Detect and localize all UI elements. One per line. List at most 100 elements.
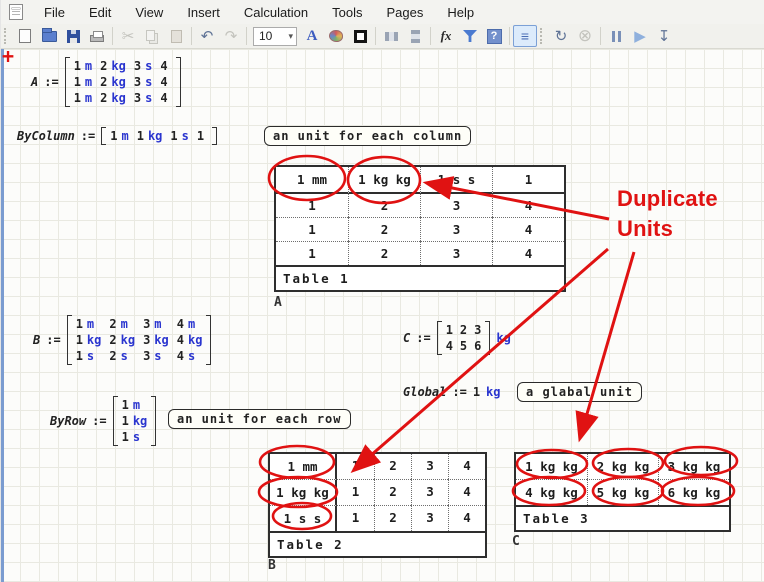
menu-file[interactable]: File <box>32 2 77 23</box>
undo-icon[interactable]: ↶ <box>195 25 219 47</box>
border-icon[interactable] <box>348 25 372 47</box>
matrix-cell: 1m <box>110 129 128 143</box>
define-operator: := <box>46 333 60 347</box>
definition-ByColumn[interactable]: ByColumn := 1m 1kg 1s 1 <box>17 127 217 145</box>
table-cell: 1 <box>276 217 348 241</box>
matrix-cell: 4 <box>160 59 171 73</box>
cut-icon[interactable]: ✂ <box>116 25 140 47</box>
table-header-cell: 1 s s <box>420 167 492 194</box>
toolbar-grip[interactable] <box>4 28 9 44</box>
table-header-cell: 1 mm <box>276 167 348 194</box>
definition-ByRow[interactable]: ByRow := 1m 1kg 1s <box>50 396 156 446</box>
definition-Global[interactable]: Global := 1 kg <box>403 385 501 399</box>
matrix-cell: 2kg <box>100 75 126 89</box>
redo-icon[interactable]: ↷ <box>219 25 243 47</box>
matrix-cell: 3s <box>134 59 152 73</box>
help-reference-icon[interactable]: ? <box>482 25 506 47</box>
table-3-label: C <box>512 534 520 549</box>
matrix-cell: 4 <box>160 91 171 105</box>
matrix-cell: 4s <box>177 349 203 363</box>
font-color-icon[interactable]: A <box>300 25 324 47</box>
matrix-cell: 3s <box>134 91 152 105</box>
new-icon[interactable] <box>13 25 37 47</box>
matrix-cell: 4m <box>177 317 203 331</box>
toolbar-separator <box>430 27 431 45</box>
table-cell: 4 <box>448 505 485 531</box>
table-cell: 1 <box>337 454 374 479</box>
chevron-down-icon: ▾ <box>288 31 296 42</box>
matrix-cell: 3s <box>134 75 152 89</box>
toolbar-separator <box>191 27 192 45</box>
variable-name: ByColumn <box>17 129 75 143</box>
definition-C[interactable]: C := 1 2 3 4 5 6 kg <box>403 321 511 355</box>
toolbar-separator <box>509 27 510 45</box>
comment-by-row[interactable]: an unit for each row <box>168 409 351 429</box>
paste-icon[interactable] <box>164 25 188 47</box>
menu-insert[interactable]: Insert <box>175 2 232 23</box>
align-vertical-icon[interactable] <box>403 25 427 47</box>
menu-bar: File Edit View Insert Calculation Tools … <box>1 0 764 24</box>
matrix-cell: 1kg <box>76 333 102 347</box>
table-row-header: 1 s s <box>270 505 337 531</box>
recalculate-icon[interactable]: ↻ <box>549 25 573 47</box>
matrix-bracket-right <box>176 57 181 107</box>
table-2[interactable]: 1 mm 1 2 3 4 1 kg kg 1 2 3 4 1 s s 1 2 3… <box>268 452 487 558</box>
table-1[interactable]: 1 mm 1 kg kg 1 s s 1 1 2 3 4 1 2 3 4 1 2… <box>274 165 566 292</box>
play-icon[interactable]: ▶ <box>628 25 652 47</box>
menu-calculation[interactable]: Calculation <box>232 2 320 23</box>
table-row-header: 1 mm <box>270 454 337 479</box>
worksheet-canvas[interactable]: + A := 1m 2kg 3s 4 1m 2kg 3s 4 1m 2kg 3s <box>1 49 764 582</box>
matrix-bracket-right <box>151 396 156 446</box>
table-cell: 1 <box>276 241 348 265</box>
table-cell: 3 <box>420 217 492 241</box>
menu-help[interactable]: Help <box>435 2 486 23</box>
table-cell: 3 <box>420 194 492 217</box>
comment-by-column[interactable]: an unit for each column <box>264 126 471 146</box>
insert-function-icon[interactable]: fx <box>434 25 458 47</box>
menu-view[interactable]: View <box>123 2 175 23</box>
table-cell: 2 <box>374 479 411 505</box>
filter-icon[interactable] <box>458 25 482 47</box>
toolbar-separator <box>112 27 113 45</box>
table-2-label: B <box>268 558 276 573</box>
table-row-header: 1 kg kg <box>270 479 337 505</box>
open-icon[interactable] <box>37 25 61 47</box>
matrix-cell: 1m <box>122 398 148 412</box>
matrix-cell: 6 <box>474 339 481 353</box>
pause-icon[interactable] <box>604 25 628 47</box>
smath-window: File Edit View Insert Calculation Tools … <box>0 0 764 582</box>
toolbar-grip[interactable] <box>540 28 545 44</box>
save-icon[interactable] <box>61 25 85 47</box>
value: 1 <box>473 385 480 399</box>
step-icon[interactable]: ↧ <box>652 25 676 47</box>
definition-B[interactable]: B := 1m 2m 3m 4m 1kg 2kg 3kg 4kg 1s 2s 3… <box>33 315 211 365</box>
table-cell: 4 <box>448 479 485 505</box>
comment-global[interactable]: a glabal unit <box>517 382 642 402</box>
copy-icon[interactable] <box>140 25 164 47</box>
matrix-cell: 2 <box>460 323 467 337</box>
menu-edit[interactable]: Edit <box>77 2 123 23</box>
table-cell: 3 <box>411 479 448 505</box>
align-horizontal-icon[interactable] <box>379 25 403 47</box>
matrix-cell: 1 <box>446 323 453 337</box>
matrix-cell: 1s <box>170 129 188 143</box>
menu-tools[interactable]: Tools <box>320 2 374 23</box>
stop-icon[interactable]: ⊗ <box>573 25 597 47</box>
show-pages-icon[interactable]: ≡ <box>513 25 537 47</box>
toolbar: ✂ ↶ ↷ 10 ▾ A fx ? ≡ ↻ ⊗ ▶ ↧ <box>1 24 764 49</box>
palette-icon[interactable] <box>324 25 348 47</box>
table-3[interactable]: 1 kg kg 2 kg kg 3 kg kg 4 kg kg 5 kg kg … <box>514 452 731 532</box>
unit: kg <box>486 385 500 399</box>
matrix-bracket-right <box>485 321 490 355</box>
insert-cursor: + <box>2 49 14 68</box>
print-icon[interactable] <box>85 25 109 47</box>
definition-A[interactable]: A := 1m 2kg 3s 4 1m 2kg 3s 4 1m 2kg 3s 4 <box>31 57 181 107</box>
menu-pages[interactable]: Pages <box>375 2 436 23</box>
matrix-cell: 1m <box>74 59 92 73</box>
table-cell: 1 <box>337 479 374 505</box>
font-size-select[interactable]: 10 ▾ <box>253 27 297 46</box>
matrix-bracket-right <box>212 127 217 145</box>
matrix-cell: 2s <box>109 349 135 363</box>
variable-name: B <box>33 333 40 347</box>
matrix-cell: 1s <box>76 349 102 363</box>
